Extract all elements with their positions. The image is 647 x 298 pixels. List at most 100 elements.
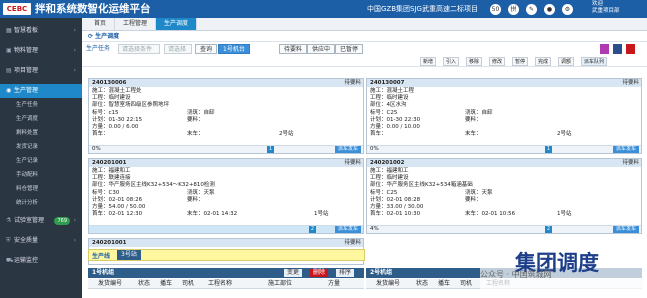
action-bar: 新增 引入 移除 修改 暂停 完成 调额 派车队列 xyxy=(82,56,647,67)
task-status: 待要料 xyxy=(344,160,361,166)
chevron-right-icon: › xyxy=(73,27,76,34)
import-button[interactable]: 引入 xyxy=(443,57,460,66)
sidebar-item-projects[interactable]: ▤ 项目管理 › xyxy=(0,64,82,78)
folder-icon: ▤ xyxy=(6,67,12,74)
col-header: 播车 xyxy=(438,280,451,287)
edit-icon[interactable]: ✎ xyxy=(526,4,537,15)
task-status: 待要料 xyxy=(622,160,639,166)
dispatch-button[interactable]: 派车发车 xyxy=(612,146,639,153)
zoom-icon[interactable]: 50 xyxy=(490,4,501,15)
sidebar-sub-manual[interactable]: 手动配料 xyxy=(0,168,82,182)
production-line-strip[interactable]: 生产线 3号站 xyxy=(88,249,365,261)
query-button[interactable]: 查询 xyxy=(195,44,218,54)
gear-icon[interactable]: ⚙ xyxy=(562,4,573,15)
sidebar-sub-stats[interactable]: 统计分析 xyxy=(0,196,82,210)
col-header: 工程名称 xyxy=(208,280,233,287)
top-bar: CEBC 拌和系统数智化运维平台 中国GZB集团SJG武重高速二标项目 50 拼… xyxy=(0,0,647,18)
dispatch-button[interactable]: 派车发车 xyxy=(334,226,361,233)
sidebar-item-lab[interactable]: ⚗ 试验室管理 769 › xyxy=(0,214,82,228)
task-plan: 计划：01-30 22:30 xyxy=(370,117,421,123)
pause-button[interactable]: 暂停 xyxy=(512,57,529,66)
change-button[interactable]: 变更 xyxy=(284,269,303,277)
col-header: 施工部位 xyxy=(268,280,293,287)
sort-button[interactable]: 排序 xyxy=(336,269,355,277)
col-header: 司机 xyxy=(182,280,195,287)
task-qty: 方量：0.00 / 10.00 xyxy=(370,124,420,130)
pdf-icon[interactable] xyxy=(626,44,635,54)
task-progress: 0% xyxy=(92,146,101,152)
task-page: 1 xyxy=(545,146,552,153)
sidebar-sub-task[interactable]: 生产任务 xyxy=(0,98,82,112)
complete-button[interactable]: 完成 xyxy=(535,57,552,66)
filter-label: 生产任务 xyxy=(86,45,111,52)
truck-icon: ⛟ xyxy=(6,257,14,264)
condition-input[interactable]: 请选择条件 xyxy=(118,44,160,54)
task-page: 1 xyxy=(267,146,274,153)
task-page: 2 xyxy=(545,226,552,233)
task-grade: 标号：C25 xyxy=(370,110,398,116)
sidebar-item-dashboard[interactable]: ▦ 智慧看板 › xyxy=(0,24,82,38)
tab-dispatch[interactable]: 生产调度 xyxy=(156,18,198,30)
sidebar-item-materials[interactable]: ▣ 物料管理 › xyxy=(0,44,82,58)
edit-button[interactable]: 修改 xyxy=(489,57,506,66)
task-card[interactable]: 240201001 待要料 施工：福建和工 工程：联建连接 部位：华产服务区主线K… xyxy=(88,158,364,234)
task-card[interactable]: 240130006 待要料 施工：混凝土工程处 工程：临时建设 部位：智慧室场四级… xyxy=(88,78,364,154)
sidebar-item-safety[interactable]: ⛨ 安全质量 › xyxy=(0,234,82,248)
truck-queue-button[interactable]: 派车队列 xyxy=(581,57,608,66)
task-unit: 施工：混凝土工程处 xyxy=(92,88,142,94)
add-button[interactable]: 新增 xyxy=(420,57,437,66)
task-req: 要料： xyxy=(465,197,482,203)
task-card[interactable]: 240130007 待要料 施工：混凝土工程 工程：临时建设 部位：4区水沟 标号… xyxy=(366,78,642,154)
sidebar-sub-leftover[interactable]: 剩料处置 xyxy=(0,126,82,140)
filter-bar: 生产任务 请选择条件 请选择 查询 1号机台 待要料 供应中 已暂停 xyxy=(82,42,647,56)
dispatch-button[interactable]: 派车发车 xyxy=(612,226,639,233)
task-plan: 计划：02-01 08:28 xyxy=(370,197,421,203)
task-id: 240130007 xyxy=(370,80,405,86)
project-title: 中国GZB集团SJG武重高速二标项目 xyxy=(367,5,478,13)
col-header: 状态 xyxy=(416,280,429,287)
status-tab-waiting[interactable]: 待要料 xyxy=(279,44,308,54)
task-station: 1号站 xyxy=(557,211,572,217)
adjust-button[interactable]: 调额 xyxy=(558,57,575,66)
chevron-right-icon: › xyxy=(73,217,76,224)
task-req: 要料： xyxy=(187,117,204,123)
condition-select[interactable]: 请选择 xyxy=(164,44,192,54)
watermark-source: 公众号 · 中国筑城网 xyxy=(480,270,552,279)
color-icon[interactable] xyxy=(600,44,609,54)
task-id: 240201001 xyxy=(92,240,127,246)
task-first-truck: 首车：02-01 12:30 xyxy=(92,211,143,217)
status-tab-paused[interactable]: 已暂停 xyxy=(335,44,364,54)
remove-button[interactable]: 移除 xyxy=(466,57,483,66)
task-last-truck: 末车：02-01 14:32 xyxy=(187,211,238,217)
col-header: 状态 xyxy=(138,280,151,287)
task-status: 待要料 xyxy=(622,80,639,86)
delete-button[interactable]: 删除 xyxy=(310,269,329,277)
sidebar-item-production[interactable]: ◉ 生产管理 xyxy=(0,84,82,98)
tab-project[interactable]: 工程管理 xyxy=(115,18,157,30)
task-station: 2号站 xyxy=(279,131,294,137)
user-menu[interactable]: 欢迎 武重项目部 xyxy=(592,1,620,15)
list-icon[interactable] xyxy=(613,44,622,54)
sidebar-sub-silo[interactable]: 料仓管理 xyxy=(0,182,82,196)
task-card[interactable]: 240201002 待要料 施工：福建和工 工程：临时建设 部位：华产服务区主线K… xyxy=(366,158,642,234)
task-unit: 施工：混凝土工程 xyxy=(370,88,415,94)
status-tab-supplying[interactable]: 供应中 xyxy=(307,44,336,54)
sidebar-item-transport[interactable]: ⛟运输监控 xyxy=(0,254,82,268)
machine-select[interactable]: 1号机台 xyxy=(218,44,250,54)
line-select[interactable]: 3号站 xyxy=(117,250,141,260)
grid-title-1: 1号机组 xyxy=(92,269,115,276)
task-progress: 0% xyxy=(370,146,379,152)
section-title: ⟳ 生产调度 xyxy=(82,31,647,42)
sidebar-sub-delivery[interactable]: 发货记录 xyxy=(0,140,82,154)
task-id: 240130006 xyxy=(92,80,127,86)
theme-icon[interactable]: ● xyxy=(544,4,555,15)
sidebar-sub-dispatch[interactable]: 生产调度 xyxy=(0,112,82,126)
translate-icon[interactable]: 拼 xyxy=(508,4,519,15)
task-grade: 标号：c15 xyxy=(92,110,119,116)
task-part: 部位：智慧室场四级区参照地坪 xyxy=(92,102,170,108)
tab-home[interactable]: 首页 xyxy=(86,18,116,30)
dispatch-button[interactable]: 派车发车 xyxy=(334,146,361,153)
task-last-truck: 末车： xyxy=(465,131,482,137)
sidebar-sub-record[interactable]: 生产记录 xyxy=(0,154,82,168)
grid-header-1: 1号机组 变更 删除 排序 xyxy=(88,268,364,278)
